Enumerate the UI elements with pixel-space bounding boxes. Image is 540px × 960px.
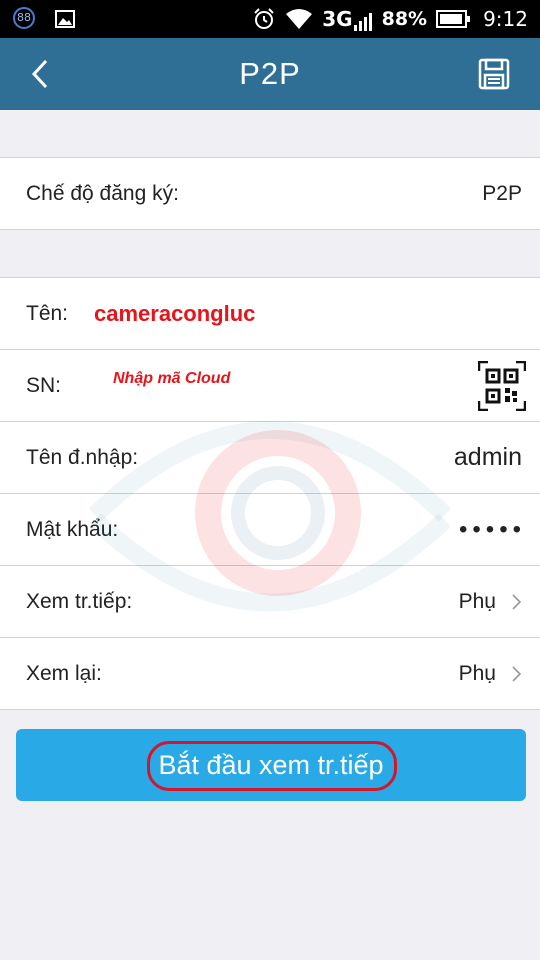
playback-value: Phụ [458,661,496,685]
app-header: P2P [0,38,540,110]
registration-mode-value: P2P [482,181,522,205]
username-row[interactable]: Tên đ.nhập: admin [0,422,540,493]
sn-row[interactable]: SN: Nhập mã Cloud [0,350,540,421]
live-view-value: Phụ [458,589,496,613]
username-field[interactable]: admin [454,422,522,493]
wifi-icon [286,9,313,29]
signal-icon [353,13,372,31]
page-title: P2P [239,56,301,91]
divider [0,709,540,710]
name-label: Tên: [26,301,69,325]
save-icon[interactable] [478,58,510,90]
playback-label: Xem lại: [26,661,102,685]
battery-percent: 88% [381,8,428,30]
image-notification-icon [55,10,75,28]
sn-field[interactable]: Nhập mã Cloud [113,370,230,388]
chevron-right-icon [512,593,522,610]
alarm-icon [254,8,274,29]
divider [0,229,540,230]
qr-scan-icon[interactable] [478,361,526,411]
notification-badge: 88 [13,7,35,29]
password-row[interactable]: Mật khẩu: ••••• [0,494,540,565]
network-type: 3G [322,7,353,31]
start-live-view-button[interactable]: Bắt đầu xem tr.tiếp [16,729,526,801]
live-view-label: Xem tr.tiếp: [26,589,133,613]
sn-label: SN: [26,373,62,397]
registration-mode-label: Chế độ đăng ký: [26,181,179,205]
playback-row[interactable]: Xem lại: Phụ [0,638,540,709]
password-field[interactable]: ••••• [459,494,526,565]
live-view-row[interactable]: Xem tr.tiếp: Phụ [0,566,540,637]
registration-mode-row[interactable]: Chế độ đăng ký: P2P [0,158,540,229]
status-bar: 88 3G 88% 9:12 [0,0,540,38]
highlight-annotation [147,741,397,791]
name-row[interactable]: Tên: cameracongluc [0,278,540,349]
battery-icon [436,10,471,28]
clock: 9:12 [483,7,528,31]
name-field[interactable]: cameracongluc [94,278,255,349]
chevron-right-icon [512,665,522,682]
username-label: Tên đ.nhập: [26,445,139,469]
password-label: Mật khẩu: [26,517,119,541]
